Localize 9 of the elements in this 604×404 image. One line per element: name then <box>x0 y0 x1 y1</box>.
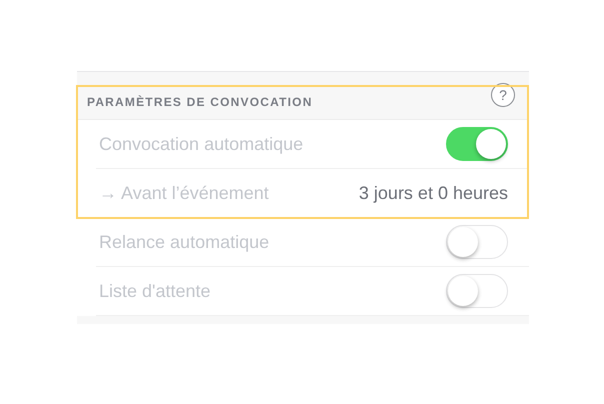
setting-label: Convocation automatique <box>99 132 304 156</box>
setting-label: → Avant l’événement <box>99 182 269 204</box>
section-title: PARAMÈTRES DE CONVOCATION <box>87 94 313 111</box>
setting-label: Liste d'attente <box>99 280 211 302</box>
setting-label: Relance automatique <box>99 230 270 254</box>
toggle-switch[interactable] <box>446 225 508 259</box>
toggle-switch[interactable] <box>446 127 508 161</box>
setting-value: 3 jours et 0 heures <box>358 182 508 205</box>
toggle-switch[interactable] <box>446 274 508 308</box>
